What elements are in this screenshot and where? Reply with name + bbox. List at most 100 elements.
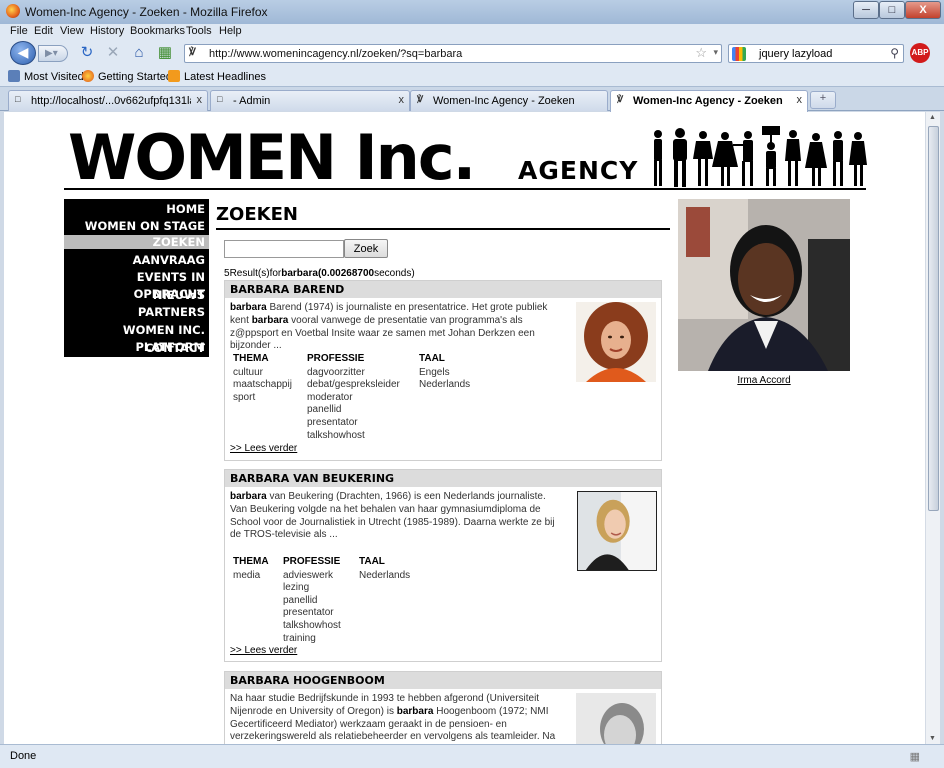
result-photo[interactable] (577, 491, 657, 571)
bookmark-most-visited[interactable]: Most Visited (8, 70, 84, 83)
site-favicon: ℣ (189, 47, 196, 58)
result-title[interactable]: BARBARA BAREND (225, 281, 661, 298)
google-icon[interactable] (732, 47, 746, 61)
search-bar-value[interactable]: jquery lazyload (759, 48, 832, 60)
tab-close-icon[interactable]: x (197, 94, 203, 106)
result-title[interactable]: BARBARA HOOGENBOOM (225, 672, 661, 689)
forward-button[interactable]: ▶▾ (38, 45, 68, 62)
url-bar[interactable]: ℣ http://www.womenincagency.nl/zoeken/?s… (184, 44, 722, 63)
logo-women-inc[interactable]: WOMEN Inc. (68, 126, 476, 190)
page-icon: □ (217, 94, 223, 104)
bookmark-getting-started[interactable]: Getting Started (82, 70, 172, 83)
read-more-link[interactable]: >> Lees verder (230, 443, 297, 454)
results-summary: 5Result(s)forbarbara(0.00268700seconds) (224, 268, 415, 279)
result-photo[interactable] (576, 693, 656, 744)
professie-item: panellid (283, 594, 318, 606)
thema-item: sport (233, 391, 256, 403)
resize-grip-icon[interactable]: ▦ (910, 750, 920, 763)
professie-item: talkshowhost (283, 619, 341, 631)
tab-admin[interactable]: □ - Admin x (210, 90, 410, 111)
reload-icon[interactable]: ↻ (78, 44, 96, 62)
menu-bookmarks[interactable]: Bookmarks (130, 25, 185, 37)
maximize-button[interactable]: □ (879, 1, 905, 19)
result-description: barbara Barend (1974) is journaliste en … (230, 302, 548, 352)
professie-item: training (283, 632, 316, 644)
url-dropdown-icon[interactable]: ▾ (713, 47, 718, 58)
menu-tools[interactable]: Tools (186, 25, 212, 37)
professie-item: presentator (307, 416, 358, 428)
arrow-right-icon: ▶▾ (45, 48, 58, 59)
header-divider (64, 188, 866, 190)
bookmark-star-icon[interactable]: ☆ (695, 45, 707, 61)
thema-column: THEMA cultuur maatschappij sport (233, 353, 292, 403)
adblock-button[interactable]: ABP (910, 43, 930, 63)
result-card: BARBARA VAN BEUKERING barbara van Beuker… (224, 469, 662, 662)
magnifier-icon[interactable]: ⚲ (890, 46, 899, 60)
taal-item: Engels (419, 366, 450, 378)
professie-item: dagvoorzitter (307, 366, 365, 378)
arrow-left-icon: ◀ (17, 44, 29, 60)
status-text: Done (10, 750, 37, 762)
nav-item-partners[interactable]: PARTNERS (64, 304, 209, 321)
tab-close-icon[interactable]: x (797, 94, 803, 106)
tab-zoeken-1[interactable]: ℣ Women-Inc Agency - Zoeken (410, 90, 608, 111)
nav-item-home[interactable]: HOME (64, 201, 209, 218)
stop-icon[interactable]: ✕ (104, 44, 122, 62)
site-favicon: ℣ (417, 94, 424, 104)
taal-column: TAAL Nederlands (359, 556, 411, 581)
page-icon: □ (15, 94, 21, 104)
home-icon[interactable]: ⌂ (130, 44, 148, 62)
bookmark-latest-headlines[interactable]: Latest Headlines (168, 70, 266, 83)
new-tab-button[interactable]: + (810, 91, 836, 109)
thema-column: THEMA media (233, 556, 269, 581)
result-card: BARBARA HOOGENBOOM Na haar studie Bedrij… (224, 671, 662, 744)
menu-edit[interactable]: Edit (34, 25, 53, 37)
scrollbar-thumb[interactable] (928, 126, 939, 511)
professie-item: moderator (307, 391, 353, 403)
logo-agency[interactable]: AGENCY (518, 156, 638, 185)
close-window-button[interactable]: X (905, 1, 941, 19)
result-description: barbara van Beukering (Drachten, 1966) i… (230, 491, 555, 541)
menu-view[interactable]: View (60, 25, 84, 37)
menu-history[interactable]: History (90, 25, 124, 37)
tab-localhost[interactable]: □ http://localhost/...0v662ufpfq131lab6 … (8, 90, 208, 111)
tab-close-icon[interactable]: x (399, 94, 405, 106)
page-title: ZOEKEN (216, 204, 298, 225)
result-photo[interactable] (576, 302, 656, 382)
professie-item: panellid (307, 404, 342, 416)
nav-item-zoeken[interactable]: ZOEKEN (64, 235, 209, 249)
thema-item: maatschappij (233, 379, 292, 391)
delicious-icon[interactable]: ▦ (156, 44, 174, 62)
nav-item-women-on-stage[interactable]: WOMEN ON STAGE (64, 218, 209, 235)
featured-caption[interactable]: Irma Accord (678, 375, 850, 386)
firefox-icon (82, 70, 94, 82)
nav-item-nieuws[interactable]: NIEUWS (64, 287, 209, 304)
tab-zoeken-active[interactable]: ℣ Women-Inc Agency - Zoeken x (610, 90, 808, 112)
taal-column: TAAL Engels Nederlands (419, 353, 471, 391)
nav-item-women-inc-platform[interactable]: WOMEN INC. PLATFORM (64, 322, 209, 354)
nav-item-aanvraag[interactable]: AANVRAAG (64, 252, 209, 269)
result-title[interactable]: BARBARA VAN BEUKERING (225, 470, 661, 487)
search-button[interactable]: Zoek (344, 239, 388, 258)
read-more-link[interactable]: >> Lees verder (230, 645, 297, 656)
nav-item-events-in-opdracht[interactable]: EVENTS IN OPDRACHT (64, 269, 209, 301)
result-card: BARBARA BAREND barbara Barend (1974) is … (224, 280, 662, 461)
back-button[interactable]: ◀ (10, 41, 36, 65)
scroll-up-icon[interactable]: ▲ (929, 114, 936, 121)
nav-item-contact[interactable]: CONTACT (64, 340, 209, 357)
thema-item: media (233, 569, 261, 581)
menu-file[interactable]: File (10, 25, 28, 37)
url-text[interactable]: http://www.womenincagency.nl/zoeken/?sq=… (209, 48, 462, 60)
professie-column: PROFESSIE dagvoorzitter debat/gespreksle… (307, 353, 400, 441)
vertical-scrollbar[interactable]: ▲ ▼ (925, 112, 940, 744)
scroll-down-icon[interactable]: ▼ (929, 735, 936, 742)
page-viewport: WOMEN Inc. AGENCY HOME WOMEN ON STAGE ZO… (4, 112, 925, 744)
title-bar: Women-Inc Agency - Zoeken - Mozilla Fire… (0, 0, 944, 24)
search-input[interactable] (224, 240, 344, 258)
search-bar[interactable]: jquery lazyload ⚲ (728, 44, 904, 63)
featured-photo[interactable] (678, 199, 850, 371)
menu-help[interactable]: Help (219, 25, 242, 37)
professie-item: talkshowhost (307, 429, 365, 441)
minimize-button[interactable]: ─ (853, 1, 879, 19)
menu-bar: File Edit View History Bookmarks Tools H… (0, 24, 944, 40)
